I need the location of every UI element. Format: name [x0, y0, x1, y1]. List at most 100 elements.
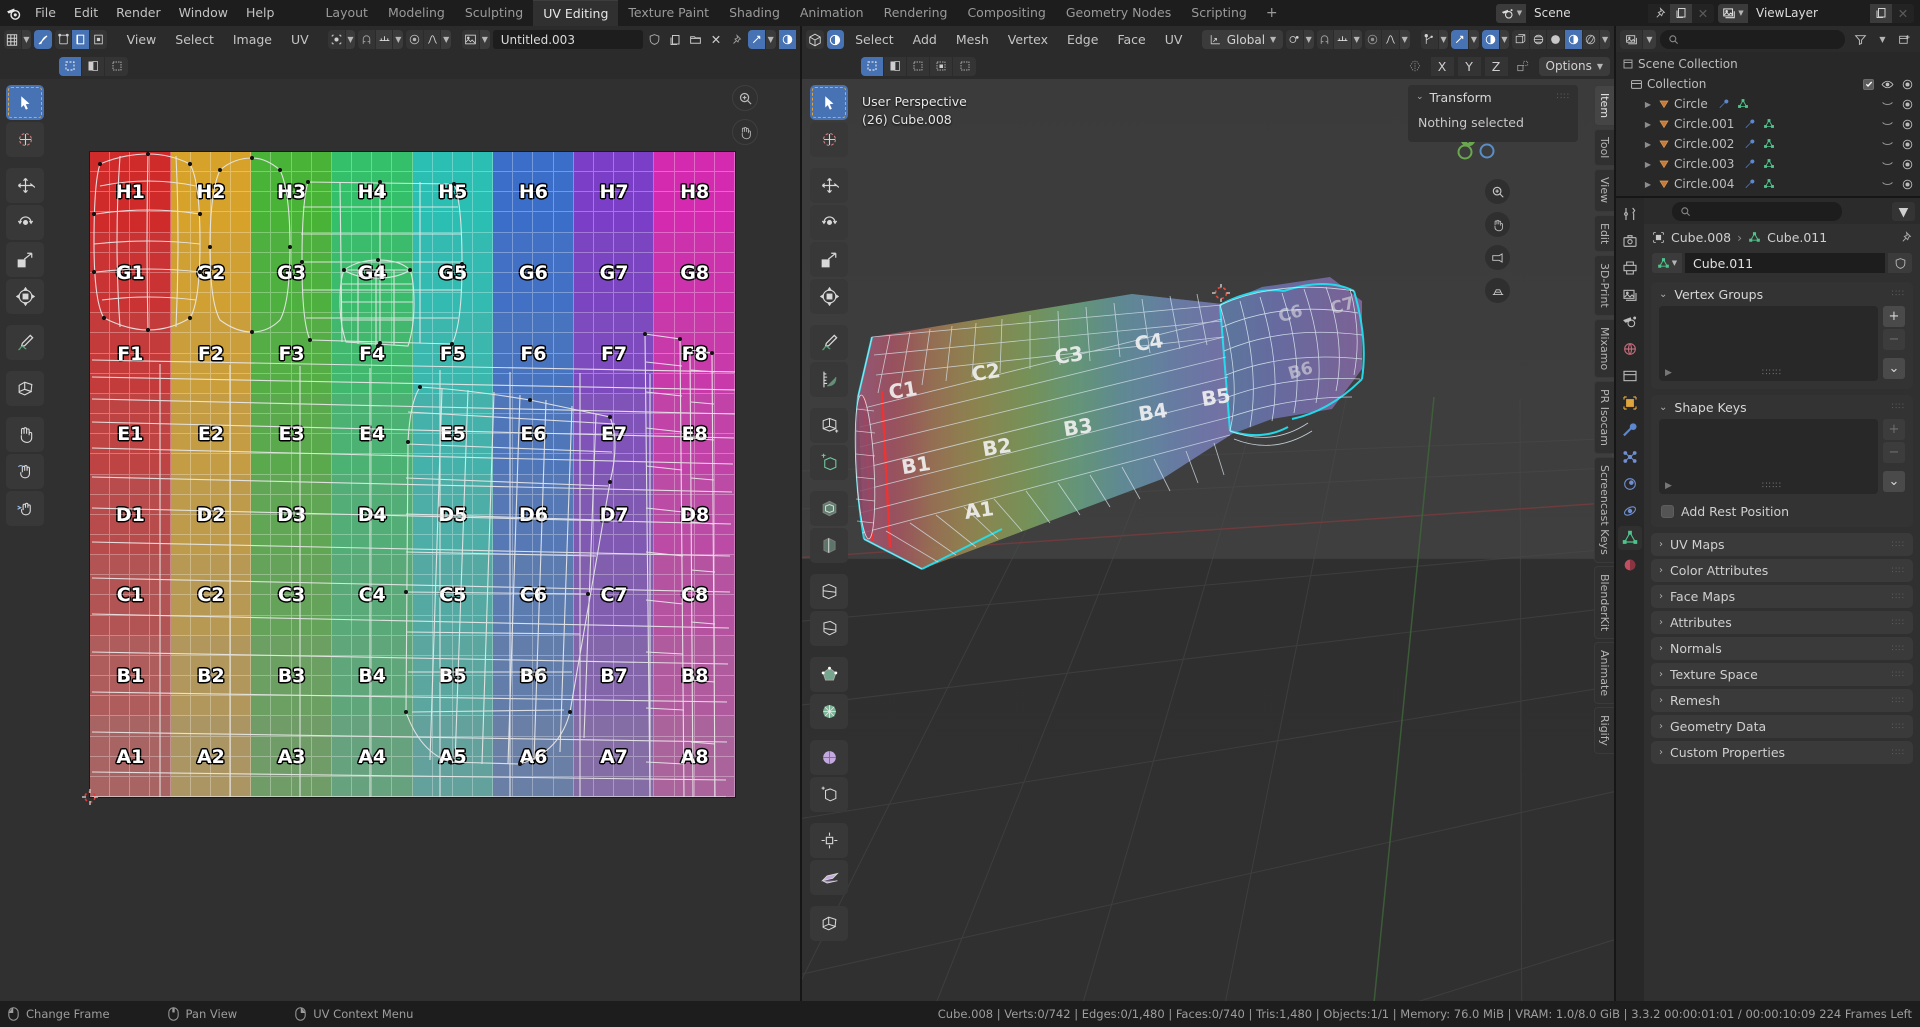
uv-tool-transform[interactable]	[6, 279, 44, 314]
overlays-chevron-icon[interactable]: ▼	[1469, 30, 1479, 49]
expand-triangle-icon[interactable]: ▶	[1642, 140, 1654, 149]
image-browse-chevron-icon[interactable]: ▼	[479, 30, 490, 49]
properties-tab-object[interactable]	[1618, 391, 1642, 415]
vp-tool-cursor[interactable]	[810, 122, 848, 157]
uv-select-mode-group[interactable]	[54, 30, 108, 49]
remove-vertex-group-button[interactable]: −	[1883, 329, 1905, 350]
viewport-menu-uv[interactable]: UV	[1157, 30, 1191, 49]
shading-chevron-icon[interactable]: ▼	[1600, 30, 1610, 49]
uv-tool-pinch[interactable]	[6, 491, 44, 526]
editor-type-selector[interactable]: ▼	[4, 30, 32, 49]
uv-editor-mode-icon[interactable]	[34, 30, 52, 49]
falloff-smooth-icon[interactable]	[423, 30, 442, 49]
properties-tab-world[interactable]	[1618, 337, 1642, 361]
vp-tool-smooth[interactable]	[810, 740, 848, 775]
viewport-editor-type[interactable]	[806, 30, 824, 49]
uv-sync-icon[interactable]	[748, 30, 766, 49]
expand-triangle-icon[interactable]: ▶	[1642, 180, 1654, 189]
properties-tab-particles[interactable]	[1618, 445, 1642, 469]
viewport-shading-group[interactable]: ▼	[1512, 30, 1610, 49]
camera-view-icon[interactable]	[1485, 245, 1510, 270]
vp-tool-scale[interactable]	[810, 242, 848, 277]
mesh-data-icon[interactable]	[1737, 98, 1749, 110]
proportional-edit-icon[interactable]	[406, 30, 424, 49]
uv-face-select-icon[interactable]	[89, 30, 108, 49]
sidebar-tab-tool[interactable]: Tool	[1594, 129, 1614, 167]
viewport-falloff-chevron-icon[interactable]: ▼	[1399, 30, 1410, 49]
viewlayer-datablock[interactable]: ▼ ViewLayer ✕	[1718, 3, 1914, 23]
outliner-icon[interactable]	[1620, 29, 1643, 49]
viewport-snap-chevron-icon[interactable]: ▼	[1351, 30, 1362, 49]
tab-animation[interactable]: Animation	[790, 0, 874, 26]
object-visibility-icon[interactable]	[1881, 179, 1894, 189]
viewport-3d-cursor-icon[interactable]	[1212, 284, 1230, 302]
uv-pan-gizmo-icon[interactable]	[732, 119, 758, 145]
panel-grip-icon[interactable]: ∷∷	[1892, 592, 1905, 602]
edit-mode-icon[interactable]	[826, 30, 845, 49]
vp-tool-loop-cut[interactable]	[810, 574, 848, 609]
object-visibility-icon[interactable]	[1881, 139, 1894, 149]
fake-user-shield-icon[interactable]	[1888, 253, 1912, 273]
object-render-icon[interactable]	[1901, 118, 1914, 131]
shape-key-specials-menu[interactable]: ⌄	[1883, 471, 1905, 492]
xray-chevron-icon[interactable]: ▼	[1499, 30, 1510, 49]
panel-grip-icon[interactable]: ∷∷	[1892, 696, 1905, 706]
collection-render-icon[interactable]	[1901, 78, 1914, 91]
object-render-icon[interactable]	[1901, 178, 1914, 191]
tab-layout[interactable]: Layout	[315, 0, 378, 26]
select-box-icon[interactable]	[59, 56, 82, 76]
unlink-image-icon[interactable]: ✕	[707, 30, 724, 49]
breadcrumb-data-label[interactable]: Cube.011	[1767, 230, 1827, 245]
sidebar-tab-mixamo[interactable]: Mixamo	[1594, 318, 1614, 378]
properties-tab-modifiers[interactable]	[1618, 418, 1642, 442]
panel-grip-icon[interactable]: ∷∷	[1892, 289, 1905, 299]
outliner-search-input[interactable]	[1660, 29, 1845, 49]
uv-vertex-select-icon[interactable]	[54, 30, 73, 49]
object-visibility-icon[interactable]	[1881, 159, 1894, 169]
properties-closed-panel[interactable]: › Color Attributes ∷∷	[1651, 559, 1913, 582]
show-gizmo-chevron-icon[interactable]: ▼	[1438, 30, 1449, 49]
properties-pin-icon[interactable]	[1899, 230, 1912, 244]
object-visibility-icon[interactable]	[1881, 119, 1894, 129]
pivot-median-icon[interactable]	[328, 30, 346, 49]
menu-render[interactable]: Render	[107, 3, 170, 23]
sidebar-tab-pr-isocam[interactable]: PR Isocam	[1594, 380, 1614, 454]
panel-header-shape-keys[interactable]: ⌄ Shape Keys ∷∷	[1651, 395, 1913, 419]
uv-menu-view[interactable]: View	[119, 30, 165, 49]
vp-tool-annotate[interactable]	[810, 325, 848, 360]
viewport-falloff-icon[interactable]	[1382, 30, 1400, 49]
add-rest-position-row[interactable]: Add Rest Position	[1651, 502, 1913, 527]
sidebar-tab-animate[interactable]: Animate	[1594, 641, 1614, 704]
new-image-icon[interactable]	[666, 30, 683, 49]
add-shape-key-button[interactable]: +	[1883, 419, 1905, 440]
object-render-icon[interactable]	[1901, 138, 1914, 151]
viewport-proportional-group[interactable]: ▼	[1364, 30, 1410, 49]
vp-tool-transform[interactable]	[810, 279, 848, 314]
modifier-wrench-icon[interactable]	[1744, 118, 1756, 130]
properties-tab-tool[interactable]	[1618, 202, 1642, 226]
panel-grip-icon[interactable]: ∷∷	[1557, 92, 1570, 102]
sidebar-tab-rigify[interactable]: Rigify	[1594, 706, 1614, 754]
select-extend-icon[interactable]	[82, 56, 105, 76]
uv-select-tool-modes[interactable]	[59, 56, 128, 76]
properties-tab-scene[interactable]	[1618, 310, 1642, 334]
uv-2d-cursor-icon[interactable]	[82, 789, 98, 805]
viewport-pivot-group[interactable]: ▼	[1286, 30, 1314, 49]
outliner-new-collection-icon[interactable]	[1893, 30, 1916, 49]
tab-scripting[interactable]: Scripting	[1181, 0, 1257, 26]
snap-chevron-icon[interactable]: ▼	[393, 30, 404, 49]
properties-tab-output[interactable]	[1618, 256, 1642, 280]
tab-compositing[interactable]: Compositing	[957, 0, 1055, 26]
outliner-object-row[interactable]: ▶ Circle.002	[1616, 134, 1920, 154]
viewport-editor-type-icon[interactable]	[806, 30, 824, 49]
outliner-object-row[interactable]: ▶ Circle	[1616, 94, 1920, 114]
uv-edge-select-icon[interactable]	[72, 30, 90, 49]
uv-tool-rotate[interactable]	[6, 205, 44, 240]
viewport-snap-magnet-icon[interactable]	[1316, 30, 1335, 49]
tab-shading[interactable]: Shading	[719, 0, 790, 26]
uv-tool-scale[interactable]	[6, 242, 44, 277]
properties-closed-panel[interactable]: › Normals ∷∷	[1651, 637, 1913, 660]
n-panel-header[interactable]: ⌄ Transform ∷∷	[1408, 85, 1578, 109]
image-name-field[interactable]: Untitled.003	[492, 30, 643, 49]
uv-mode-selector[interactable]	[34, 30, 52, 49]
